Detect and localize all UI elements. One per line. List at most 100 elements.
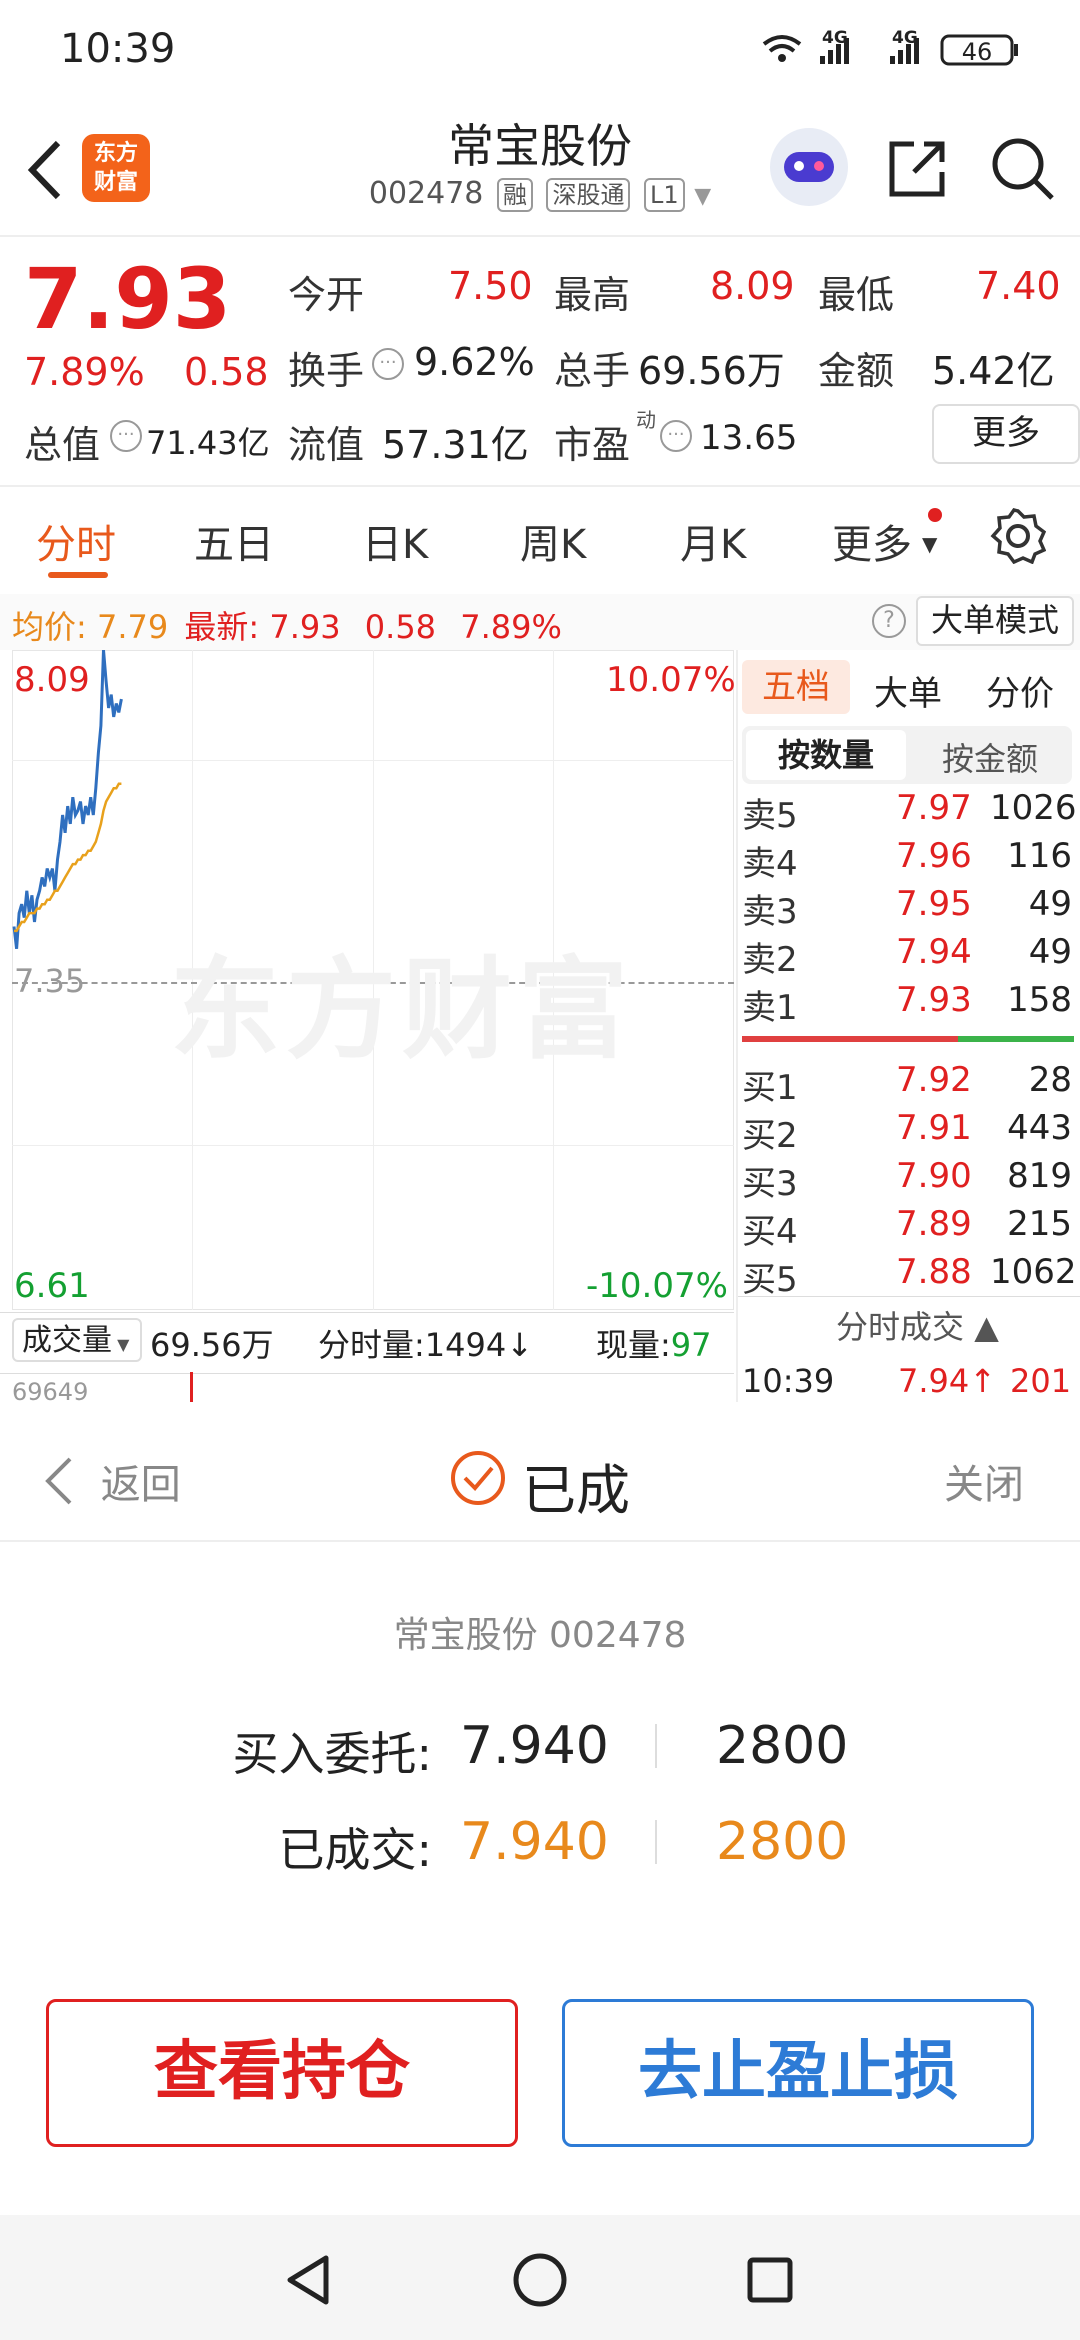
current-volume: 现量:97 (596, 1326, 712, 1364)
network-label-2: 4G (892, 28, 918, 48)
float-value-label: 流值 (288, 423, 365, 467)
change-percent: 7.89% (24, 350, 145, 394)
low-value: 7.40 (976, 264, 1061, 308)
nav-home-icon[interactable] (510, 2250, 570, 2310)
view-position-button[interactable]: 查看持仓 (46, 1999, 518, 2147)
bid-label: 买4 (742, 1212, 798, 1252)
dialog-back-button[interactable]: 返回 (40, 1452, 181, 1510)
notification-dot (928, 508, 942, 522)
ask-price[interactable]: 7.94 (896, 932, 972, 972)
nav-recents-icon[interactable] (740, 2250, 800, 2310)
tag-margin: 融 (496, 178, 533, 212)
stock-code: 002478 (368, 176, 484, 211)
ask-price[interactable]: 7.97 (896, 788, 972, 828)
volume-label: 总手 (554, 349, 631, 393)
minute-volume: 分时量:1494↓ (318, 1326, 534, 1364)
nav-back-icon[interactable] (280, 2250, 340, 2310)
bid-qty: 1062 (990, 1252, 1077, 1292)
help-icon[interactable]: ? (872, 604, 906, 638)
high-label: 最高 (554, 273, 631, 317)
bid-price[interactable]: 7.89 (896, 1204, 972, 1244)
tab-more[interactable]: 更多 (832, 512, 912, 570)
bid-price[interactable]: 7.92 (896, 1060, 972, 1100)
bid-price[interactable]: 7.91 (896, 1108, 972, 1148)
dropdown-icon[interactable]: ▼ (694, 184, 711, 209)
more-quote-button[interactable]: 更多 (932, 404, 1080, 464)
intraday-chart[interactable] (12, 650, 734, 1310)
y-top-label: 8.09 (14, 660, 90, 700)
ask-label: 卖4 (742, 844, 798, 884)
ask-ratio-bar (742, 1036, 958, 1042)
ask-price[interactable]: 7.93 (896, 980, 972, 1020)
ask-label: 卖1 (742, 988, 798, 1028)
tab-daily-k[interactable]: 日K (362, 512, 428, 570)
bid-qty: 443 (1007, 1108, 1072, 1148)
volume-value: 69.56万 (638, 349, 785, 393)
ask-price[interactable]: 7.95 (896, 884, 972, 924)
orderbook-tab-price[interactable]: 分价 (986, 666, 1054, 715)
ask-label: 卖5 (742, 796, 798, 836)
order-price: 7.940 (460, 1716, 609, 1776)
total-value-label: 总值 (24, 423, 101, 467)
filled-qty: 2800 (716, 1812, 849, 1872)
dialog-close-button[interactable]: 关闭 (944, 1452, 1024, 1510)
bid-label: 买1 (742, 1068, 798, 1108)
battery-level: 46 (961, 38, 993, 66)
high-value: 8.09 (710, 264, 795, 308)
big-order-mode-button[interactable]: 大单模式 (916, 596, 1074, 646)
orderbook-tab-level5[interactable]: 五档 (742, 660, 850, 714)
pe-superscript: 动 (636, 408, 656, 432)
toggle-by-amount[interactable]: 按金额 (910, 734, 1070, 780)
dialog-divider (0, 1540, 1080, 1542)
bid-qty: 215 (1007, 1204, 1072, 1244)
y-mid-label: 7.35 (14, 962, 86, 1000)
tag-level: L1 (644, 178, 685, 212)
bid-label: 买5 (742, 1260, 798, 1300)
ask-label: 卖2 (742, 940, 798, 980)
network-label-1: 4G (822, 28, 848, 48)
ask-price[interactable]: 7.96 (896, 836, 972, 876)
bid-label: 买3 (742, 1164, 798, 1204)
tab-intraday[interactable]: 分时 (36, 512, 116, 570)
y-bottom-label: 6.61 (14, 1266, 90, 1306)
volume-axis-label: 69649 (12, 1378, 89, 1406)
share-icon[interactable] (884, 136, 950, 202)
order-separator (655, 1724, 657, 1768)
ask-qty: 1026 (990, 788, 1077, 828)
trade-qty: 201 (1010, 1362, 1072, 1400)
stop-profit-loss-button[interactable]: 去止盈止损 (562, 1999, 1034, 2147)
trade-price: 7.94↑ (898, 1362, 997, 1400)
toggle-by-quantity[interactable]: 按数量 (746, 730, 906, 780)
total-value: 71.43亿 (146, 424, 270, 462)
tab-weekly-k[interactable]: 周K (520, 512, 586, 570)
divider (0, 485, 1080, 487)
search-icon[interactable] (988, 134, 1058, 204)
total-value-info-icon[interactable]: ··· (110, 420, 142, 452)
trades-divider (738, 1296, 1080, 1297)
wifi-icon (762, 35, 802, 62)
float-value: 57.31亿 (382, 423, 529, 467)
pe-info-icon[interactable]: ··· (660, 420, 692, 452)
back-chevron-icon (45, 1457, 72, 1505)
check-circle-icon (451, 1451, 505, 1505)
tab-five-day[interactable]: 五日 (194, 512, 274, 570)
settings-gear-icon[interactable] (990, 508, 1046, 564)
filled-separator (655, 1820, 657, 1864)
tab-monthly-k[interactable]: 月K (680, 512, 746, 570)
dialog-status: 已成 (522, 1459, 630, 1522)
ask-qty: 158 (1007, 980, 1072, 1020)
robot-assistant-icon[interactable] (770, 128, 848, 206)
filled-label: 已成交: (278, 1823, 433, 1877)
chart-info: 均价: 7.79 最新: 7.93 0.58 7.89% (12, 608, 562, 646)
bid-label: 买2 (742, 1116, 798, 1156)
pe-label: 市盈 (554, 423, 631, 467)
status-bar: 10:39 4G 4G 46 (0, 0, 1080, 100)
pe-value: 13.65 (700, 418, 798, 458)
orderbook-tab-big[interactable]: 大单 (874, 666, 942, 715)
orderbook-divider (736, 650, 738, 1402)
volume-dropdown[interactable]: 成交量 ▼ (12, 1318, 142, 1362)
trades-label[interactable]: 分时成交 ▲ (836, 1302, 999, 1348)
bid-price[interactable]: 7.90 (896, 1156, 972, 1196)
bid-price[interactable]: 7.88 (896, 1252, 972, 1292)
turnover-info-icon[interactable]: ··· (372, 348, 404, 380)
